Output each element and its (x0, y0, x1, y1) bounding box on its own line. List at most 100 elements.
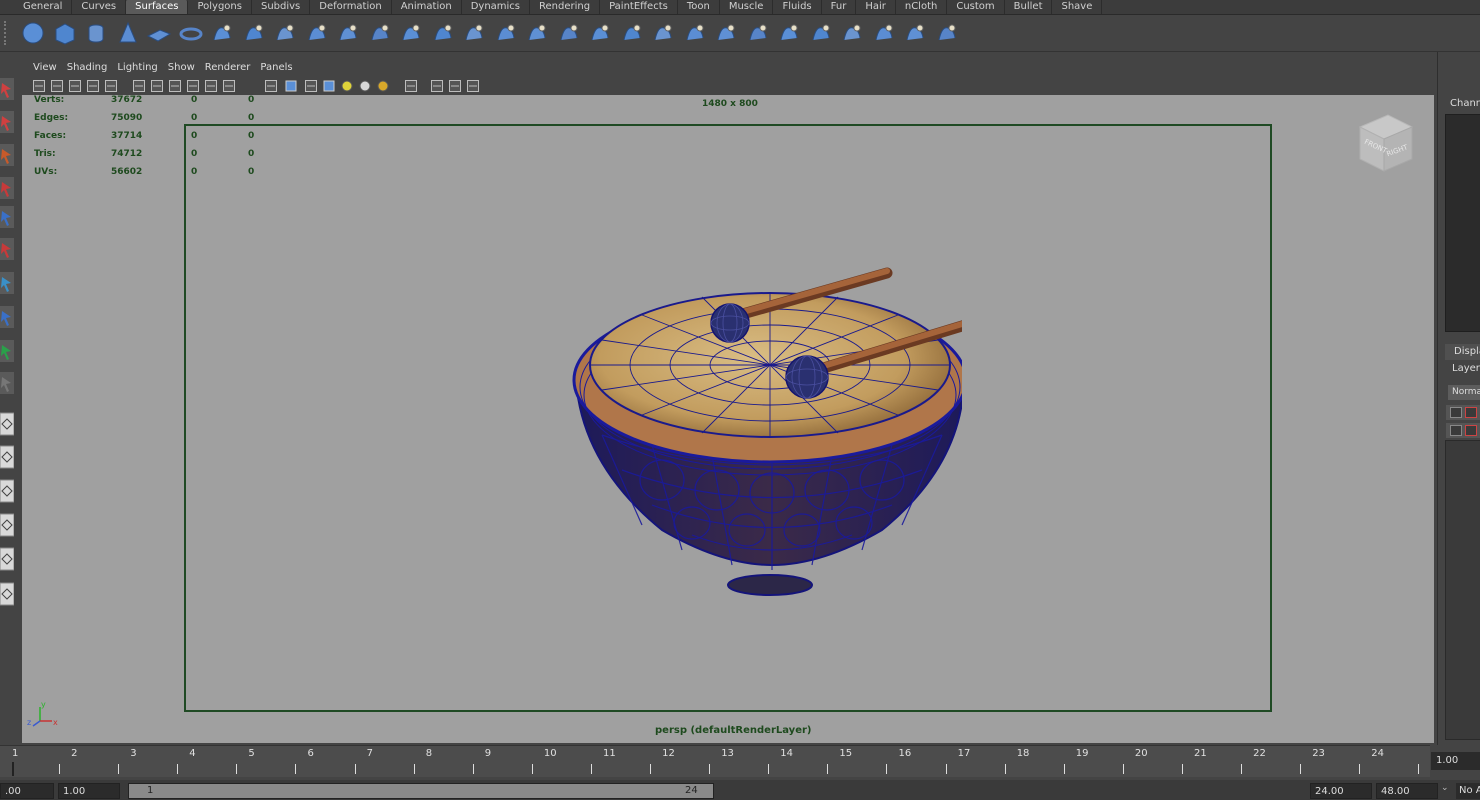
shelf-grip-handle[interactable] (4, 21, 10, 45)
gate-mask-icon[interactable] (168, 78, 182, 92)
all-lights-icon[interactable] (358, 78, 372, 92)
layout-single-icon[interactable] (0, 410, 15, 438)
shelf-tab-hair[interactable]: Hair (856, 0, 896, 14)
layers-menu[interactable]: Layers (1452, 363, 1480, 374)
layer-list[interactable] (1445, 440, 1480, 740)
layer-visibility-toggle[interactable] (1450, 425, 1462, 436)
square-icon[interactable] (398, 20, 424, 46)
wireframe-icon[interactable] (264, 78, 278, 92)
grid-icon[interactable] (104, 78, 118, 92)
rotate-tool-icon[interactable] (0, 203, 14, 231)
shelf-tab-toon[interactable]: Toon (678, 0, 720, 14)
last-tool-icon[interactable] (0, 369, 14, 397)
layer-row[interactable] (1446, 423, 1480, 438)
bevel-plus-icon[interactable] (461, 20, 487, 46)
time-slider[interactable]: 1 2 3 4 5 6 7 8 9 10 11 12 13 14 15 16 17 18 19 20 21 22 23 24 (0, 745, 1430, 777)
layout-persp-graph-icon[interactable] (0, 511, 15, 539)
layout-hypershade-icon[interactable] (0, 545, 15, 573)
nurbs-sphere-icon[interactable] (20, 20, 46, 46)
shelf-tab-general[interactable]: General (14, 0, 73, 14)
playback-start-field[interactable]: 1.00 (58, 783, 120, 799)
view-cube[interactable]: FRONT RIGHT (1352, 109, 1418, 175)
scale-tool-icon[interactable] (0, 235, 14, 263)
shelf-tab-fluids[interactable]: Fluids (773, 0, 822, 14)
channel-box-area[interactable] (1445, 114, 1480, 332)
animation-end-field[interactable]: 48.00 (1376, 783, 1438, 799)
select-tool-icon[interactable] (0, 75, 14, 103)
boundary-icon[interactable] (367, 20, 393, 46)
isolate-select-icon[interactable] (404, 78, 418, 92)
shelf-tab-polygons[interactable]: Polygons (188, 0, 252, 14)
tab-display-layers[interactable]: Display (1445, 344, 1480, 360)
nurbs-torus-icon[interactable] (178, 20, 204, 46)
shelf-tab-painteffects[interactable]: PaintEffects (600, 0, 678, 14)
xray-icon[interactable] (430, 78, 444, 92)
revolve-icon[interactable] (209, 20, 235, 46)
universal-manip-icon[interactable] (0, 269, 14, 297)
layer-render-toggle[interactable] (1465, 407, 1477, 418)
trim-icon[interactable] (556, 20, 582, 46)
animation-start-field[interactable]: .00 (0, 783, 54, 799)
shelf-tab-muscle[interactable]: Muscle (720, 0, 774, 14)
insert-isoparm-icon[interactable] (745, 20, 771, 46)
loft-icon[interactable] (241, 20, 267, 46)
untrim-icon[interactable] (587, 20, 613, 46)
bookmarks-icon[interactable] (68, 78, 82, 92)
shelf-tab-custom[interactable]: Custom (947, 0, 1005, 14)
layer-row[interactable] (1446, 405, 1480, 420)
shelf-tab-rendering[interactable]: Rendering (530, 0, 601, 14)
safe-title-icon[interactable] (222, 78, 236, 92)
attach-icon[interactable] (619, 20, 645, 46)
resolution-gate-icon[interactable] (150, 78, 164, 92)
field-chart-icon[interactable] (186, 78, 200, 92)
shelf-tab-bullet[interactable]: Bullet (1005, 0, 1053, 14)
default-lighting-icon[interactable] (340, 78, 354, 92)
planar-icon[interactable] (272, 20, 298, 46)
shelf-tab-ncloth[interactable]: nCloth (896, 0, 948, 14)
shelf-tab-surfaces[interactable]: Surfaces (126, 0, 189, 14)
layer-blend-mode-dropdown[interactable]: Normal (1448, 385, 1480, 400)
nurbs-plane-icon[interactable] (146, 20, 172, 46)
soft-mod-icon[interactable] (0, 303, 14, 331)
reverse-icon[interactable] (871, 20, 897, 46)
layer-render-toggle[interactable] (1465, 425, 1477, 436)
offset-icon[interactable] (808, 20, 834, 46)
lasso-tool-icon[interactable] (0, 108, 14, 136)
current-time-field[interactable]: 1.00 (1431, 752, 1480, 770)
align-icon[interactable] (682, 20, 708, 46)
nurbs-cylinder-icon[interactable] (83, 20, 109, 46)
detach-icon[interactable] (650, 20, 676, 46)
show-manip-icon[interactable] (0, 337, 14, 365)
anim-layer-field[interactable]: No Anim Layer (1456, 783, 1480, 799)
panel-menu-view[interactable]: View (28, 60, 62, 75)
panel-menu-show[interactable]: Show (163, 60, 200, 75)
xray-joints-icon[interactable] (448, 78, 462, 92)
extend-icon[interactable] (776, 20, 802, 46)
rebuild-icon[interactable] (839, 20, 865, 46)
panel-menu-lighting[interactable]: Lighting (112, 60, 162, 75)
shelf-tab-deformation[interactable]: Deformation (310, 0, 392, 14)
shelf-tab-curves[interactable]: Curves (72, 0, 127, 14)
textured-icon[interactable] (322, 78, 336, 92)
shelf-tab-animation[interactable]: Animation (392, 0, 462, 14)
panel-menu-renderer[interactable]: Renderer (200, 60, 256, 75)
film-gate-icon[interactable] (132, 78, 146, 92)
xray-components-icon[interactable] (466, 78, 480, 92)
smooth-shade-icon[interactable] (284, 78, 298, 92)
open-close-icon[interactable] (713, 20, 739, 46)
bevel-icon[interactable] (430, 20, 456, 46)
surface-edit-icon[interactable] (934, 20, 960, 46)
layout-persp-outliner-icon[interactable] (0, 477, 15, 505)
intersect-icon[interactable] (493, 20, 519, 46)
shelf-tab-shave[interactable]: Shave (1052, 0, 1103, 14)
panel-menu-panels[interactable]: Panels (255, 60, 297, 75)
move-tool-icon[interactable] (0, 174, 14, 202)
camera-attributes-icon[interactable] (50, 78, 64, 92)
camera-select-icon[interactable] (32, 78, 46, 92)
current-frame-marker[interactable] (12, 762, 14, 776)
nurbs-cone-icon[interactable] (115, 20, 141, 46)
shelf-tab-subdivs[interactable]: Subdivs (252, 0, 311, 14)
project-curve-icon[interactable] (524, 20, 550, 46)
paint-select-icon[interactable] (0, 141, 14, 169)
anim-layer-chevron-icon[interactable]: ⌄ (1441, 783, 1455, 799)
